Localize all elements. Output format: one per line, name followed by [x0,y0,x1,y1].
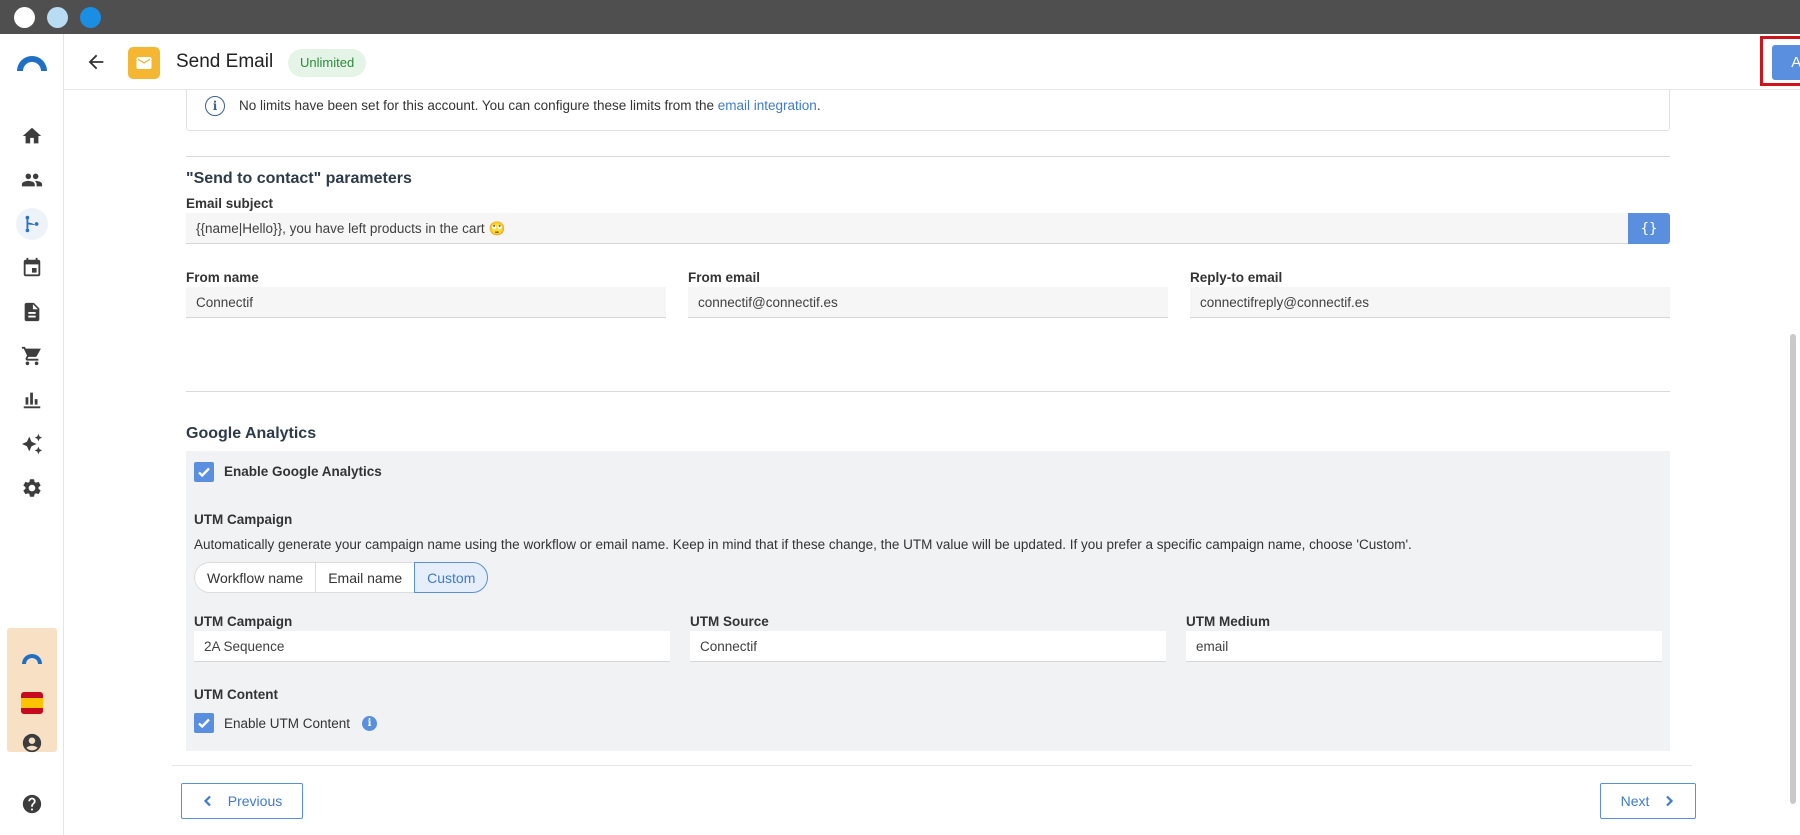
utm-content-heading: UTM Content [194,687,278,702]
window-maximize-button[interactable] [80,7,101,28]
option-custom[interactable]: Custom [414,562,489,593]
main-content: i No limits have been set for this accou… [64,90,1784,835]
next-button[interactable]: Next [1600,783,1696,819]
utm-medium-label: UTM Medium [1186,614,1270,629]
spain-flag-icon [21,692,43,714]
info-icon: i [205,96,225,116]
email-subject-input[interactable]: {{name|Hello}}, you have left products i… [186,213,1628,244]
from-email-input[interactable]: connectif@connectif.es [688,287,1168,318]
status-badge: Unlimited [288,49,367,77]
section-divider [186,156,1670,157]
campaign-name-selector: Workflow name Email name Custom [194,562,489,593]
arrow-left-icon [88,54,104,70]
next-label: Next [1620,793,1650,809]
reply-to-email-input[interactable]: connectifreply@connectif.es [1190,287,1670,318]
contacts-icon [21,173,43,187]
sidebar-item-workflows[interactable] [16,208,48,240]
reply-to-email-label: Reply-to email [1190,270,1283,285]
sidebar-item-ai[interactable] [16,428,48,460]
enable-utm-content-checkbox[interactable] [194,713,214,733]
enable-ga-label: Enable Google Analytics [224,464,382,479]
account-icon [22,733,42,753]
chevron-left-icon [203,795,211,807]
previous-button[interactable]: Previous [181,783,303,819]
sidebar-item-account[interactable] [16,727,48,759]
option-workflow-name[interactable]: Workflow name [194,562,316,593]
page-title: Send Email [176,51,274,72]
enable-ga-checkbox[interactable] [194,462,214,482]
utm-campaign-description: Automatically generate your campaign nam… [194,537,1412,552]
document-icon [24,302,40,322]
sidebar-item-calendar[interactable] [16,252,48,284]
utm-campaign-heading: UTM Campaign [194,512,293,527]
sparkles-icon [21,433,43,455]
limits-info-text: No limits have been set for this account… [239,98,821,113]
from-name-label: From name [186,270,259,285]
chevron-right-icon [1666,795,1674,807]
info-suffix: . [816,98,821,113]
window-titlebar [0,0,1800,34]
send-params-title: "Send to contact" parameters [186,170,412,187]
google-analytics-title: Google Analytics [186,425,317,442]
utm-source-label: UTM Source [690,614,769,629]
from-name-input[interactable]: Connectif [186,287,666,318]
utm-campaign-input[interactable]: 2A Sequence [194,631,670,662]
sidebar-item-content[interactable] [16,296,48,328]
mail-icon [136,57,152,69]
option-email-name[interactable]: Email name [315,562,415,593]
gear-icon [23,479,41,497]
info-message: No limits have been set for this account… [239,98,718,113]
footer-divider [172,765,1692,766]
window-close-button[interactable] [14,7,35,28]
sidebar-item-home[interactable] [16,120,48,152]
email-integration-link[interactable]: email integration [718,98,817,113]
cart-icon [21,346,41,366]
workflow-icon [25,215,39,233]
account-logo-icon [22,654,42,664]
utm-campaign-label: UTM Campaign [194,614,293,629]
check-icon [198,718,210,729]
home-icon [22,127,42,144]
page-header: Send Email Unlimited Apply [64,34,1800,90]
check-icon [198,467,210,478]
from-email-label: From email [688,270,761,285]
email-node-icon [128,47,160,79]
previous-label: Previous [227,793,283,809]
limits-info-banner: i No limits have been set for this accou… [186,90,1670,131]
utm-medium-input[interactable]: email [1186,631,1662,662]
utm-source-input[interactable]: Connectif [690,631,1166,662]
brand-logo-icon[interactable] [14,50,50,72]
sidebar-item-settings[interactable] [16,472,48,504]
help-icon [22,794,42,814]
bar-chart-icon [23,392,41,409]
sidebar-item-help[interactable] [16,788,48,820]
google-analytics-panel: Enable Google Analytics UTM Campaign Aut… [186,451,1670,751]
insert-variable-button[interactable]: {} [1628,213,1670,244]
sidebar [0,34,64,835]
sidebar-item-reports[interactable] [16,384,48,416]
section-divider [186,391,1670,392]
enable-utm-content-label: Enable UTM Content [224,716,351,731]
back-button[interactable] [82,48,110,76]
sidebar-item-contacts[interactable] [16,164,48,196]
calendar-icon [23,257,41,277]
page-scrollbar[interactable] [1790,334,1796,804]
window-minimize-button[interactable] [47,7,68,28]
apply-button[interactable]: Apply [1772,45,1800,80]
sidebar-item-store[interactable] [16,340,48,372]
email-subject-label: Email subject [186,196,274,211]
utm-content-info-icon[interactable]: i [362,716,377,731]
